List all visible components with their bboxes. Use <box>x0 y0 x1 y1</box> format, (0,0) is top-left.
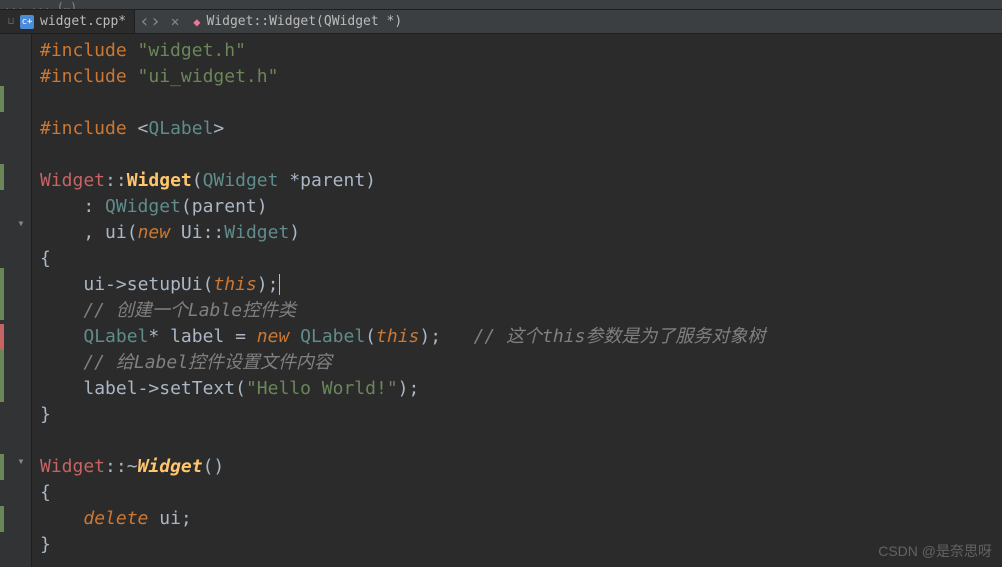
code-line[interactable]: QLabel* label = new QLabel(this); // 这个t… <box>40 324 1002 350</box>
pin-icon: ⊔ <box>8 16 14 27</box>
code-line[interactable]: : QWidget(parent) <box>40 194 1002 220</box>
code-line[interactable]: #include "ui_widget.h" <box>40 64 1002 90</box>
code-line[interactable]: } <box>40 402 1002 428</box>
text-cursor <box>279 274 280 295</box>
menu-bar[interactable]: ... ... (…) <box>0 0 1002 10</box>
code-line[interactable]: label->setText("Hello World!"); <box>40 376 1002 402</box>
code-line[interactable]: #include "widget.h" <box>40 38 1002 64</box>
breadcrumb-text: Widget::Widget(QWidget *) <box>206 14 402 29</box>
tab-dropdown-icon[interactable]: ‹› <box>135 11 165 32</box>
menu-truncated: ... ... (…) <box>4 0 77 10</box>
code-editor[interactable]: #include "widget.h"#include "ui_widget.h… <box>32 34 1002 567</box>
cpp-file-icon: c+ <box>20 15 34 29</box>
gutter-mark-green <box>0 164 4 190</box>
code-line[interactable]: // 创建一个Lable控件类 <box>40 298 1002 324</box>
tab-bar: ⊔ c+ widget.cpp* ‹› ✕ ◆ Widget::Widget(Q… <box>0 10 1002 34</box>
close-tab-button[interactable]: ✕ <box>165 14 185 30</box>
watermark: CSDN @是奈思呀 <box>878 541 992 561</box>
tab-filename: widget.cpp* <box>40 14 126 29</box>
breadcrumb[interactable]: ◆ Widget::Widget(QWidget *) <box>185 14 410 29</box>
gutter-mark-green <box>0 454 4 480</box>
file-tab[interactable]: ⊔ c+ widget.cpp* <box>0 10 135 33</box>
editor-area: ▾ ▾ #include "widget.h"#include "ui_widg… <box>0 34 1002 567</box>
gutter-mark-green <box>0 268 4 320</box>
code-line[interactable]: Widget::Widget(QWidget *parent) <box>40 168 1002 194</box>
fold-toggle-icon[interactable]: ▾ <box>15 216 27 230</box>
code-line[interactable]: , ui(new Ui::Widget) <box>40 220 1002 246</box>
fold-toggle-icon[interactable]: ▾ <box>15 454 27 468</box>
gutter-mark-green <box>0 86 4 112</box>
code-line[interactable]: { <box>40 246 1002 272</box>
function-icon: ◆ <box>193 15 200 29</box>
code-line[interactable]: ui->setupUi(this); <box>40 272 1002 298</box>
code-line[interactable]: #include <QLabel> <box>40 116 1002 142</box>
gutter-mark-green <box>0 506 4 532</box>
code-line[interactable]: // 给Label控件设置文件内容 <box>40 350 1002 376</box>
gutter[interactable]: ▾ ▾ <box>0 34 32 567</box>
code-line[interactable]: } <box>40 532 1002 558</box>
code-line[interactable] <box>40 142 1002 168</box>
code-line[interactable]: delete ui; <box>40 506 1002 532</box>
code-line[interactable]: Widget::~Widget() <box>40 454 1002 480</box>
code-line[interactable] <box>40 428 1002 454</box>
gutter-mark-green <box>0 350 4 402</box>
gutter-mark-red <box>0 324 4 350</box>
code-line[interactable] <box>40 90 1002 116</box>
code-line[interactable]: { <box>40 480 1002 506</box>
